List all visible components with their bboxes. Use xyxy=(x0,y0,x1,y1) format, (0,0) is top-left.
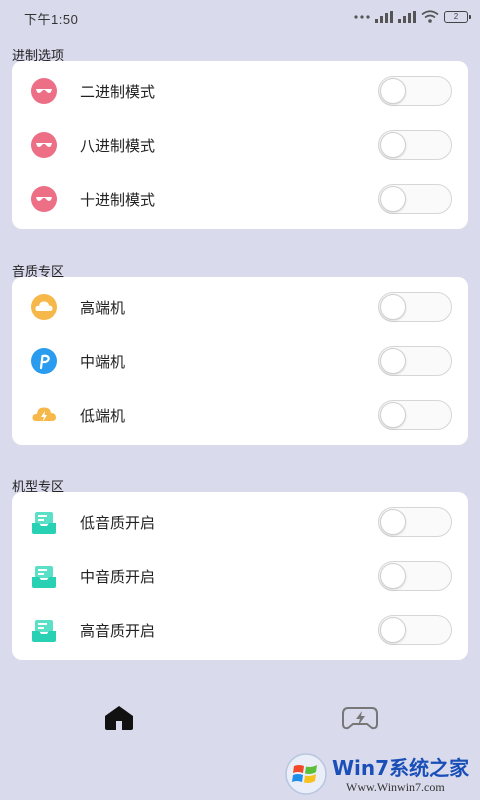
list-item: 低音质开启 xyxy=(12,495,468,549)
pink-glasses-icon xyxy=(31,78,57,104)
windows-logo-icon xyxy=(285,753,327,795)
cloud-icon xyxy=(31,294,57,320)
toggle-knob xyxy=(380,617,406,643)
row-label: 二进制模式 xyxy=(80,83,156,101)
list-item: 中音质开启 xyxy=(12,549,468,603)
download-tray-icon xyxy=(32,620,56,642)
watermark: Win7系统之家 Www.Winwin7.com xyxy=(284,748,478,798)
octal-mode-toggle[interactable] xyxy=(378,130,452,160)
row-label: 十进制模式 xyxy=(80,191,156,209)
bottom-nav xyxy=(0,690,480,746)
toggle-knob xyxy=(380,563,406,589)
toggle-knob xyxy=(380,78,406,104)
download-tray-icon xyxy=(32,512,56,534)
toggle-knob xyxy=(380,402,406,428)
lightning-cloud-icon xyxy=(32,407,56,422)
download-tray-icon xyxy=(32,566,56,588)
status-icons: 2 xyxy=(354,10,471,23)
list-item: 中端机 xyxy=(12,334,468,388)
row-label: 八进制模式 xyxy=(80,137,156,155)
row-label: 高音质开启 xyxy=(80,622,156,640)
status-bar: 下午1:50 2 xyxy=(0,0,480,36)
watermark-title: Win7系统之家 xyxy=(332,756,470,780)
card-radix-options: 二进制模式 八进制模式 十进制模式 xyxy=(12,61,468,229)
pink-glasses-icon xyxy=(31,132,57,158)
high-quality-toggle[interactable] xyxy=(378,615,452,645)
status-time: 下午1:50 xyxy=(24,12,79,27)
list-item: 二进制模式 xyxy=(12,64,468,118)
battery-icon: 2 xyxy=(444,10,471,23)
toggle-knob xyxy=(380,294,406,320)
low-quality-toggle[interactable] xyxy=(378,507,452,537)
gamepad-icon[interactable] xyxy=(340,702,380,734)
more-dots-icon xyxy=(354,14,370,20)
mid-end-toggle[interactable] xyxy=(378,346,452,376)
row-label: 低音质开启 xyxy=(80,514,156,532)
toggle-knob xyxy=(380,186,406,212)
mid-quality-toggle[interactable] xyxy=(378,561,452,591)
high-end-toggle[interactable] xyxy=(378,292,452,322)
signal-icon xyxy=(375,10,393,23)
decimal-mode-toggle[interactable] xyxy=(378,184,452,214)
row-label: 中端机 xyxy=(80,353,126,371)
list-item: 十进制模式 xyxy=(12,172,468,226)
row-label: 中音质开启 xyxy=(80,568,156,586)
toggle-knob xyxy=(380,132,406,158)
toggle-knob xyxy=(380,348,406,374)
card-model-zone: 低音质开启 中音质开启 高音质开启 xyxy=(12,492,468,660)
list-item: 低端机 xyxy=(12,388,468,442)
pink-glasses-icon xyxy=(31,186,57,212)
list-item: 高端机 xyxy=(12,280,468,334)
wifi-icon xyxy=(421,10,439,23)
row-label: 高端机 xyxy=(80,299,126,317)
row-label: 低端机 xyxy=(80,407,126,425)
watermark-url: Www.Winwin7.com xyxy=(346,780,445,794)
card-audio-zone: 高端机 中端机 低端机 xyxy=(12,277,468,445)
toggle-knob xyxy=(380,509,406,535)
home-icon[interactable] xyxy=(101,702,137,734)
low-end-toggle[interactable] xyxy=(378,400,452,430)
p-logo-icon xyxy=(31,348,57,374)
list-item: 八进制模式 xyxy=(12,118,468,172)
list-item: 高音质开启 xyxy=(12,603,468,657)
signal-icon-2 xyxy=(398,10,416,23)
binary-mode-toggle[interactable] xyxy=(378,76,452,106)
